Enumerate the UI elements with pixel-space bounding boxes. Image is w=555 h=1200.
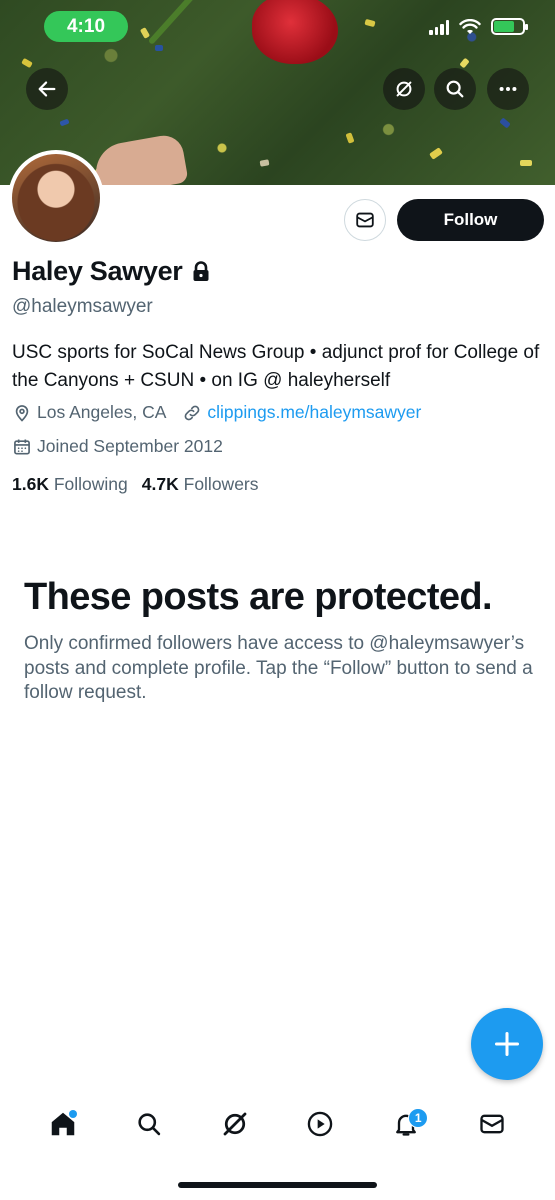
rose-image xyxy=(252,0,338,64)
profile-banner[interactable]: 4:10 xyxy=(0,0,555,185)
followers-count: 4.7K xyxy=(141,474,179,494)
bottom-tab-bar: 1 xyxy=(0,1094,555,1154)
rose-stem xyxy=(147,0,266,46)
grok-icon xyxy=(396,81,412,97)
joined: Joined September 2012 xyxy=(12,436,223,457)
hand-image xyxy=(91,132,189,185)
search-icon xyxy=(138,1113,160,1136)
website-link[interactable]: clippings.me/haleymsawyer xyxy=(207,402,421,423)
grok-icon xyxy=(223,1112,246,1136)
battery-icon xyxy=(491,18,528,35)
home-unread-dot xyxy=(68,1110,77,1118)
profile-bio: USC sports for SoCal News Group • adjunc… xyxy=(12,342,540,391)
home-indicator xyxy=(178,1182,377,1188)
joined-text: Joined September 2012 xyxy=(37,436,223,456)
status-icons xyxy=(429,18,528,35)
protected-description: Only confirmed followers have access to … xyxy=(24,633,533,703)
profile-name-row: Haley Sawyer xyxy=(12,256,211,287)
location-text: Los Angeles, CA xyxy=(37,402,167,422)
profile-handle: @haleymsawyer xyxy=(12,296,153,317)
following-link[interactable]: 1.6K Following xyxy=(12,474,128,495)
tab-search[interactable] xyxy=(127,1102,171,1146)
cellular-signal-icon xyxy=(429,19,449,35)
followers-link[interactable]: 4.7K Followers xyxy=(142,474,259,495)
avatar[interactable] xyxy=(8,150,104,246)
play-icon xyxy=(308,1111,333,1137)
location-pin-icon xyxy=(15,404,29,422)
lock-icon xyxy=(193,260,209,281)
search-button[interactable] xyxy=(434,68,476,110)
arrow-left-icon xyxy=(38,81,56,97)
tab-home[interactable] xyxy=(41,1102,85,1146)
link-icon xyxy=(185,405,200,420)
grok-button[interactable] xyxy=(383,68,425,110)
notifications-badge: 1 xyxy=(408,1108,429,1128)
calendar-icon xyxy=(14,439,30,454)
mail-icon xyxy=(356,212,374,228)
follow-counts: 1.6K Following 4.7K Followers xyxy=(12,474,259,495)
following-count: 1.6K xyxy=(12,474,49,494)
message-button[interactable] xyxy=(344,199,386,241)
status-time: 4:10 xyxy=(44,11,128,42)
back-button[interactable] xyxy=(26,68,68,110)
website[interactable]: clippings.me/haleymsawyer xyxy=(182,402,421,423)
followers-label: Followers xyxy=(183,474,259,494)
compose-post-button[interactable] xyxy=(471,1008,543,1080)
tab-messages[interactable] xyxy=(470,1102,514,1146)
following-label: Following xyxy=(53,474,128,494)
search-icon xyxy=(446,80,464,98)
plus-icon xyxy=(494,1031,520,1057)
profile-name: Haley Sawyer xyxy=(12,256,183,286)
protected-title: These posts are protected. xyxy=(24,576,493,618)
location: Los Angeles, CA xyxy=(12,402,166,423)
follow-button[interactable]: Follow xyxy=(397,199,544,241)
wifi-icon xyxy=(459,18,481,34)
tab-notifications[interactable]: 1 xyxy=(384,1102,429,1146)
more-dots-icon xyxy=(499,86,517,92)
profile-meta: Los Angeles, CA clippings.me/haleymsawye… xyxy=(12,402,437,423)
mail-icon xyxy=(480,1114,504,1134)
joined-row: Joined September 2012 xyxy=(12,436,239,457)
tab-grok[interactable] xyxy=(213,1102,257,1146)
tab-videos[interactable] xyxy=(298,1102,342,1146)
more-options-button[interactable] xyxy=(487,68,529,110)
